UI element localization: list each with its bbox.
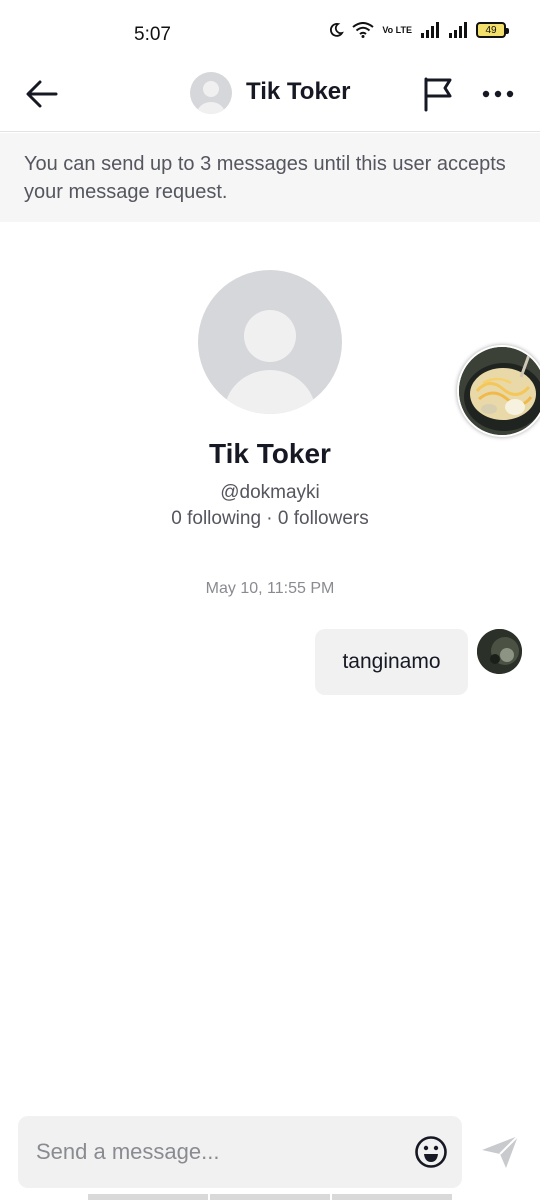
header-avatar[interactable] <box>190 72 232 114</box>
nav-segment <box>332 1194 452 1200</box>
more-icon <box>482 90 514 98</box>
send-icon <box>482 1135 519 1168</box>
ramen-photo-icon <box>459 347 540 435</box>
signal-icon <box>420 22 440 38</box>
floating-chat-head[interactable] <box>457 345 540 437</box>
nav-segment <box>210 1194 330 1200</box>
emoji-icon <box>415 1136 447 1168</box>
battery-level: 49 <box>485 24 497 36</box>
wifi-icon <box>352 22 374 38</box>
signal-icon <box>448 22 468 38</box>
message-input[interactable] <box>36 1134 396 1170</box>
message-input-box[interactable] <box>18 1116 462 1188</box>
avatar-placeholder-icon <box>224 310 316 414</box>
message-bubble[interactable]: tanginamo <box>315 629 468 695</box>
chat-header: Tik Toker <box>0 60 540 132</box>
profile-name: Tik Toker <box>209 438 331 469</box>
moon-icon <box>328 22 345 38</box>
battery-icon: 49 <box>476 22 509 38</box>
message-text: tanginamo <box>342 650 441 673</box>
header-title[interactable]: Tik Toker <box>246 78 350 106</box>
profile-avatar[interactable] <box>198 270 342 414</box>
flag-icon <box>424 77 452 112</box>
user-photo-icon <box>477 629 522 674</box>
message-limit-notice: You can send up to 3 messages until this… <box>0 133 540 222</box>
nav-segment <box>88 1194 208 1200</box>
emoji-button[interactable] <box>414 1135 448 1169</box>
status-icons: Vo LTE 49 <box>328 22 509 38</box>
report-button[interactable] <box>416 74 460 114</box>
message-timestamp: May 10, 11:55 PM <box>205 580 335 597</box>
volte-icon: Vo LTE <box>382 24 412 35</box>
status-time: 5:07 <box>134 24 171 45</box>
profile-stats: 0 following · 0 followers <box>171 508 369 529</box>
back-button[interactable] <box>22 74 62 114</box>
more-options-button[interactable] <box>476 74 520 114</box>
back-arrow-icon <box>26 80 58 108</box>
profile-handle: @dokmayki <box>220 482 320 503</box>
status-bar: 5:07 Vo LTE 49 <box>0 0 540 60</box>
avatar-placeholder-icon <box>197 81 225 114</box>
send-button[interactable] <box>478 1132 522 1172</box>
navigation-bar <box>88 1194 452 1200</box>
my-avatar[interactable] <box>477 629 522 674</box>
